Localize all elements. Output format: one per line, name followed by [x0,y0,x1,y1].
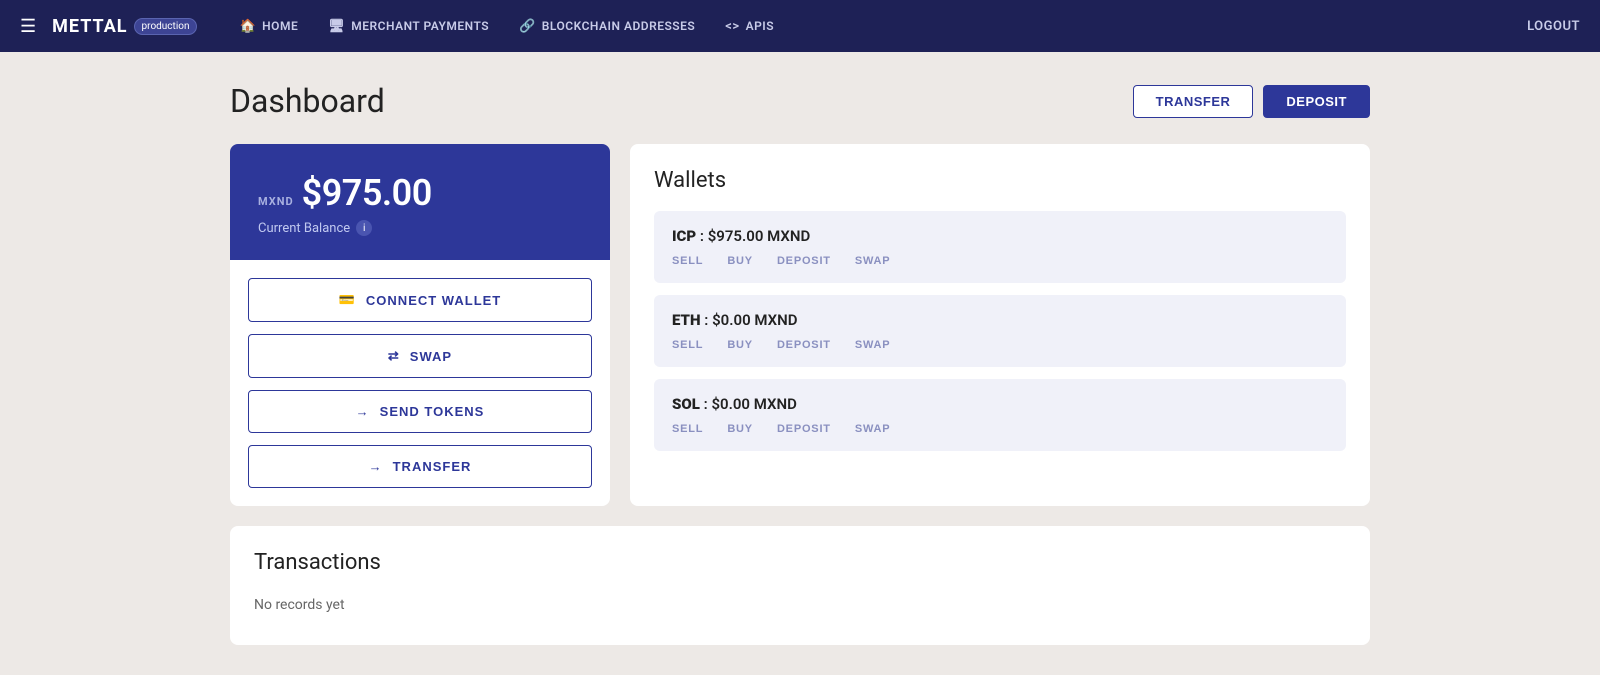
transfer-button[interactable]: → TRANSFER [248,445,592,488]
wallets-title: Wallets [654,168,1346,193]
swap-button[interactable]: ⇄ SWAP [248,334,592,378]
connect-wallet-icon: 💳 [339,292,356,308]
wallet-eth-actions: SELL BUY DEPOSIT SWAP [672,339,1328,351]
nav-apis-label: APIS [746,19,774,33]
balance-amount: $975.00 [302,172,432,214]
eth-buy-button[interactable]: BUY [727,339,753,351]
sol-buy-button[interactable]: BUY [727,423,753,435]
sol-sell-button[interactable]: SELL [672,423,703,435]
wallets-panel: Wallets ICP : $975.00 MXND SELL BUY DEPO… [630,144,1370,506]
brand: METTAL production [52,16,197,37]
nav-apis[interactable]: <> APIS [713,13,786,40]
wallet-sol-name: SOL : $0.00 MXND [672,395,797,413]
sol-deposit-button[interactable]: DEPOSIT [777,423,831,435]
transfer-label: TRANSFER [393,459,472,474]
nav-merchant-label: MERCHANT PAYMENTS [351,19,489,33]
wallet-eth-name: ETH : $0.00 MXND [672,311,798,329]
transactions-panel: Transactions No records yet [230,526,1370,645]
icp-deposit-button[interactable]: DEPOSIT [777,255,831,267]
header-deposit-button[interactable]: DEPOSIT [1263,85,1370,118]
wallet-icp-name: ICP : $975.00 MXND [672,227,810,245]
icp-swap-button[interactable]: SWAP [855,255,891,267]
wallet-icp-actions: SELL BUY DEPOSIT SWAP [672,255,1328,267]
page-header: Dashboard TRANSFER DEPOSIT [230,82,1370,120]
logout-button[interactable]: LOGOUT [1527,19,1580,34]
balance-label-text: Current Balance [258,221,350,236]
nav-links: 🏠 HOME 🖥 MERCHANT PAYMENTS 🔗 BLOCKCHAIN … [227,13,1527,40]
send-tokens-button[interactable]: → SEND TOKENS [248,390,592,433]
left-panel: MXND $975.00 Current Balance i 💳 CONNECT… [230,144,610,506]
balance-card: MXND $975.00 Current Balance i [230,144,610,260]
nav-home[interactable]: 🏠 HOME [227,13,310,40]
icp-buy-button[interactable]: BUY [727,255,753,267]
header-actions: TRANSFER DEPOSIT [1133,85,1370,118]
home-icon: 🏠 [239,19,256,34]
main-content: Dashboard TRANSFER DEPOSIT MXND $975.00 … [210,52,1390,675]
apis-icon: <> [725,19,739,34]
sol-swap-button[interactable]: SWAP [855,423,891,435]
send-tokens-icon: → [356,404,370,419]
eth-sell-button[interactable]: SELL [672,339,703,351]
navbar: ☰ METTAL production 🏠 HOME 🖥 MERCHANT PA… [0,0,1600,52]
wallet-item-eth: ETH : $0.00 MXND SELL BUY DEPOSIT SWAP [654,295,1346,367]
transactions-title: Transactions [254,550,1346,575]
menu-icon[interactable]: ☰ [20,16,36,37]
nav-blockchain-addresses[interactable]: 🔗 BLOCKCHAIN ADDRESSES [507,13,707,40]
no-records-message: No records yet [254,589,1346,621]
blockchain-icon: 🔗 [519,19,536,34]
wallet-sol-actions: SELL BUY DEPOSIT SWAP [672,423,1328,435]
balance-label: Current Balance i [258,220,582,236]
balance-currency: MXND [258,195,294,208]
swap-label: SWAP [410,349,452,364]
wallet-icp-name-amount: ICP : $975.00 MXND [672,227,1328,245]
wallet-item-icp: ICP : $975.00 MXND SELL BUY DEPOSIT SWAP [654,211,1346,283]
brand-badge: production [134,18,198,35]
wallet-sol-name-amount: SOL : $0.00 MXND [672,395,1328,413]
nav-home-label: HOME [262,19,298,33]
action-buttons: 💳 CONNECT WALLET ⇄ SWAP → SEND TOKENS → … [230,260,610,506]
page-title: Dashboard [230,82,385,120]
send-tokens-label: SEND TOKENS [380,404,485,419]
info-icon[interactable]: i [356,220,372,236]
header-transfer-button[interactable]: TRANSFER [1133,85,1254,118]
nav-merchant-payments[interactable]: 🖥 MERCHANT PAYMENTS [316,13,501,40]
eth-deposit-button[interactable]: DEPOSIT [777,339,831,351]
connect-wallet-label: CONNECT WALLET [366,293,501,308]
icp-sell-button[interactable]: SELL [672,255,703,267]
wallet-eth-name-amount: ETH : $0.00 MXND [672,311,1328,329]
nav-blockchain-label: BLOCKCHAIN ADDRESSES [542,19,695,33]
wallet-item-sol: SOL : $0.00 MXND SELL BUY DEPOSIT SWAP [654,379,1346,451]
connect-wallet-button[interactable]: 💳 CONNECT WALLET [248,278,592,322]
swap-icon: ⇄ [388,348,400,364]
transfer-icon: → [369,459,383,474]
eth-swap-button[interactable]: SWAP [855,339,891,351]
dashboard-grid: MXND $975.00 Current Balance i 💳 CONNECT… [230,144,1370,506]
brand-name: METTAL [52,16,127,37]
merchant-icon: 🖥 [328,19,345,34]
